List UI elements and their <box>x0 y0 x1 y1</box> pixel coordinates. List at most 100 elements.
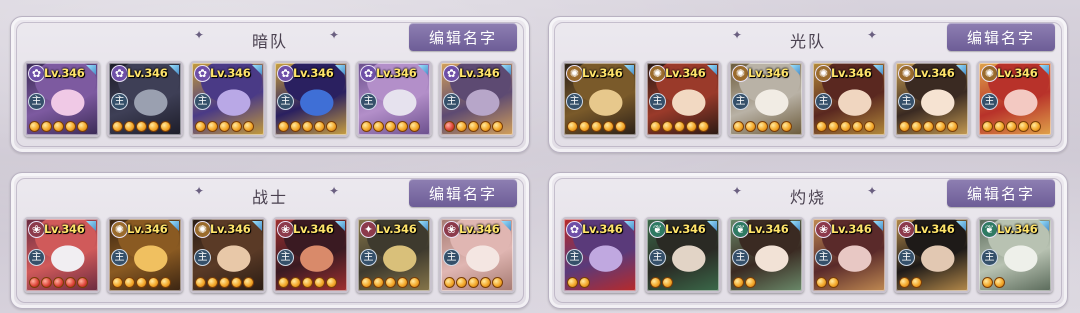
star-rating <box>195 121 254 132</box>
wind-leaf-icon: ❦ <box>649 221 666 238</box>
shikigami-card[interactable]: ✺ Lv.346 主 <box>562 61 638 137</box>
edit-name-button[interactable]: 编辑名字 <box>947 179 1055 207</box>
star-icon <box>136 121 147 132</box>
star-icon <box>195 121 206 132</box>
star-icon <box>397 277 408 288</box>
star-icon <box>444 121 455 132</box>
star-icon <box>397 121 408 132</box>
shikigami-card[interactable]: ❀ Lv.346 主 <box>894 217 970 293</box>
star-icon <box>650 277 661 288</box>
star-icon <box>757 121 768 132</box>
shikigami-class-icon: 主 <box>443 249 460 266</box>
shikigami-class-icon: 主 <box>360 93 377 110</box>
shikigami-card[interactable]: ✺ Lv.346 主 <box>190 217 266 293</box>
star-rating <box>361 277 420 288</box>
star-icon <box>41 121 52 132</box>
edit-name-button[interactable]: 编辑名字 <box>409 23 517 51</box>
shikigami-card[interactable]: ✿ Lv.346 主 <box>562 217 638 293</box>
level-label: Lv.346 <box>831 66 872 80</box>
shikigami-card[interactable]: ✿ Lv.346 主 <box>439 61 515 137</box>
star-icon <box>480 277 491 288</box>
shikigami-card[interactable]: ❀ Lv.346 主 <box>24 217 100 293</box>
level-label: Lv.346 <box>44 66 85 80</box>
dark-lotus-icon: ✿ <box>194 65 211 82</box>
level-label: Lv.346 <box>293 66 334 80</box>
level-label: Lv.346 <box>127 222 168 236</box>
star-icon <box>148 277 159 288</box>
fire-lotus-icon: ❀ <box>815 221 832 238</box>
star-icon <box>326 277 337 288</box>
team-panel: ✦ 暗队 ✦ 编辑名字 ✿ Lv.346 主 ✿ Lv.346 主 ✿ Lv.346 主 ✿ Lv.346 主… <box>10 16 530 153</box>
star-icon <box>361 121 372 132</box>
shikigami-slots: ✿ Lv.346 主 ✿ Lv.346 主 ✿ Lv.346 主 ✿ Lv.346 主 ✿ Lv.346 主… <box>24 61 515 137</box>
diamond-sparkle-icon: ✦ <box>867 184 878 198</box>
shikigami-class-icon: 主 <box>732 93 749 110</box>
star-icon <box>219 277 230 288</box>
diamond-sparkle-icon: ✦ <box>867 28 878 42</box>
shikigami-card[interactable]: ✺ Lv.346 主 <box>728 61 804 137</box>
shikigami-card[interactable]: ❦ Lv.346 主 <box>728 217 804 293</box>
shikigami-card[interactable]: ❀ Lv.346 主 <box>439 217 515 293</box>
wind-leaf-icon: ❦ <box>732 221 749 238</box>
star-icon <box>840 121 851 132</box>
star-rating <box>567 121 626 132</box>
star-icon <box>603 121 614 132</box>
light-sun-icon: ✺ <box>649 65 666 82</box>
level-label: Lv.346 <box>127 66 168 80</box>
star-icon <box>994 121 1005 132</box>
star-icon <box>373 121 384 132</box>
diamond-sparkle-icon: ✦ <box>329 28 340 42</box>
star-icon <box>243 121 254 132</box>
star-rating <box>982 277 1005 288</box>
shikigami-card[interactable]: ✿ Lv.346 主 <box>356 61 432 137</box>
level-label: Lv.346 <box>997 222 1038 236</box>
level-label: Lv.346 <box>376 66 417 80</box>
star-rating <box>112 277 171 288</box>
star-icon <box>591 121 602 132</box>
shikigami-card[interactable]: ✺ Lv.346 主 <box>811 61 887 137</box>
star-icon <box>698 121 709 132</box>
team-header: ✦ 战士 ✦ 编辑名字 <box>11 179 529 209</box>
team-panel: ✦ 战士 ✦ 编辑名字 ❀ Lv.346 主 ✺ Lv.346 主 ✺ Lv.346 主 ❀ Lv.346 主… <box>10 172 530 309</box>
star-icon <box>302 277 313 288</box>
star-icon <box>492 121 503 132</box>
shikigami-card[interactable]: ❦ Lv.346 主 <box>645 217 721 293</box>
shikigami-card[interactable]: ✺ Lv.346 主 <box>977 61 1053 137</box>
star-rating <box>899 121 958 132</box>
shikigami-card[interactable]: ✿ Lv.346 主 <box>107 61 183 137</box>
star-icon <box>29 121 40 132</box>
star-icon <box>231 277 242 288</box>
fire-lotus-icon: ❀ <box>898 221 915 238</box>
shikigami-card[interactable]: ✺ Lv.346 主 <box>645 61 721 137</box>
star-icon <box>409 277 420 288</box>
star-icon <box>745 121 756 132</box>
star-icon <box>53 121 64 132</box>
star-rating <box>816 121 875 132</box>
level-label: Lv.346 <box>44 222 85 236</box>
star-icon <box>816 121 827 132</box>
shikigami-card[interactable]: ✦ Lv.346 主 <box>356 217 432 293</box>
shikigami-card[interactable]: ✺ Lv.346 主 <box>894 61 970 137</box>
dark-lotus-icon: ✿ <box>111 65 128 82</box>
star-icon <box>278 277 289 288</box>
shikigami-card[interactable]: ❦ Lv.346 主 <box>977 217 1053 293</box>
shikigami-class-icon: 主 <box>360 249 377 266</box>
shikigami-card[interactable]: ❀ Lv.346 主 <box>811 217 887 293</box>
star-icon <box>160 121 171 132</box>
star-icon <box>231 121 242 132</box>
level-label: Lv.346 <box>914 66 955 80</box>
level-label: Lv.346 <box>293 222 334 236</box>
team-panel: ✦ 灼烧 ✦ 编辑名字 ✿ Lv.346 主 ❦ Lv.346 主 ❦ Lv.346 主 ❀ Lv.346 主… <box>548 172 1068 309</box>
edit-name-button[interactable]: 编辑名字 <box>947 23 1055 51</box>
shikigami-card[interactable]: ✺ Lv.346 主 <box>107 217 183 293</box>
star-rating <box>650 121 709 132</box>
star-icon <box>816 277 827 288</box>
star-icon <box>982 277 993 288</box>
shikigami-card[interactable]: ✿ Lv.346 主 <box>190 61 266 137</box>
edit-name-button[interactable]: 编辑名字 <box>409 179 517 207</box>
star-icon <box>326 121 337 132</box>
shikigami-card[interactable]: ✿ Lv.346 主 <box>24 61 100 137</box>
shikigami-card[interactable]: ✿ Lv.346 主 <box>273 61 349 137</box>
shikigami-card[interactable]: ❀ Lv.346 主 <box>273 217 349 293</box>
star-rating <box>29 277 88 288</box>
